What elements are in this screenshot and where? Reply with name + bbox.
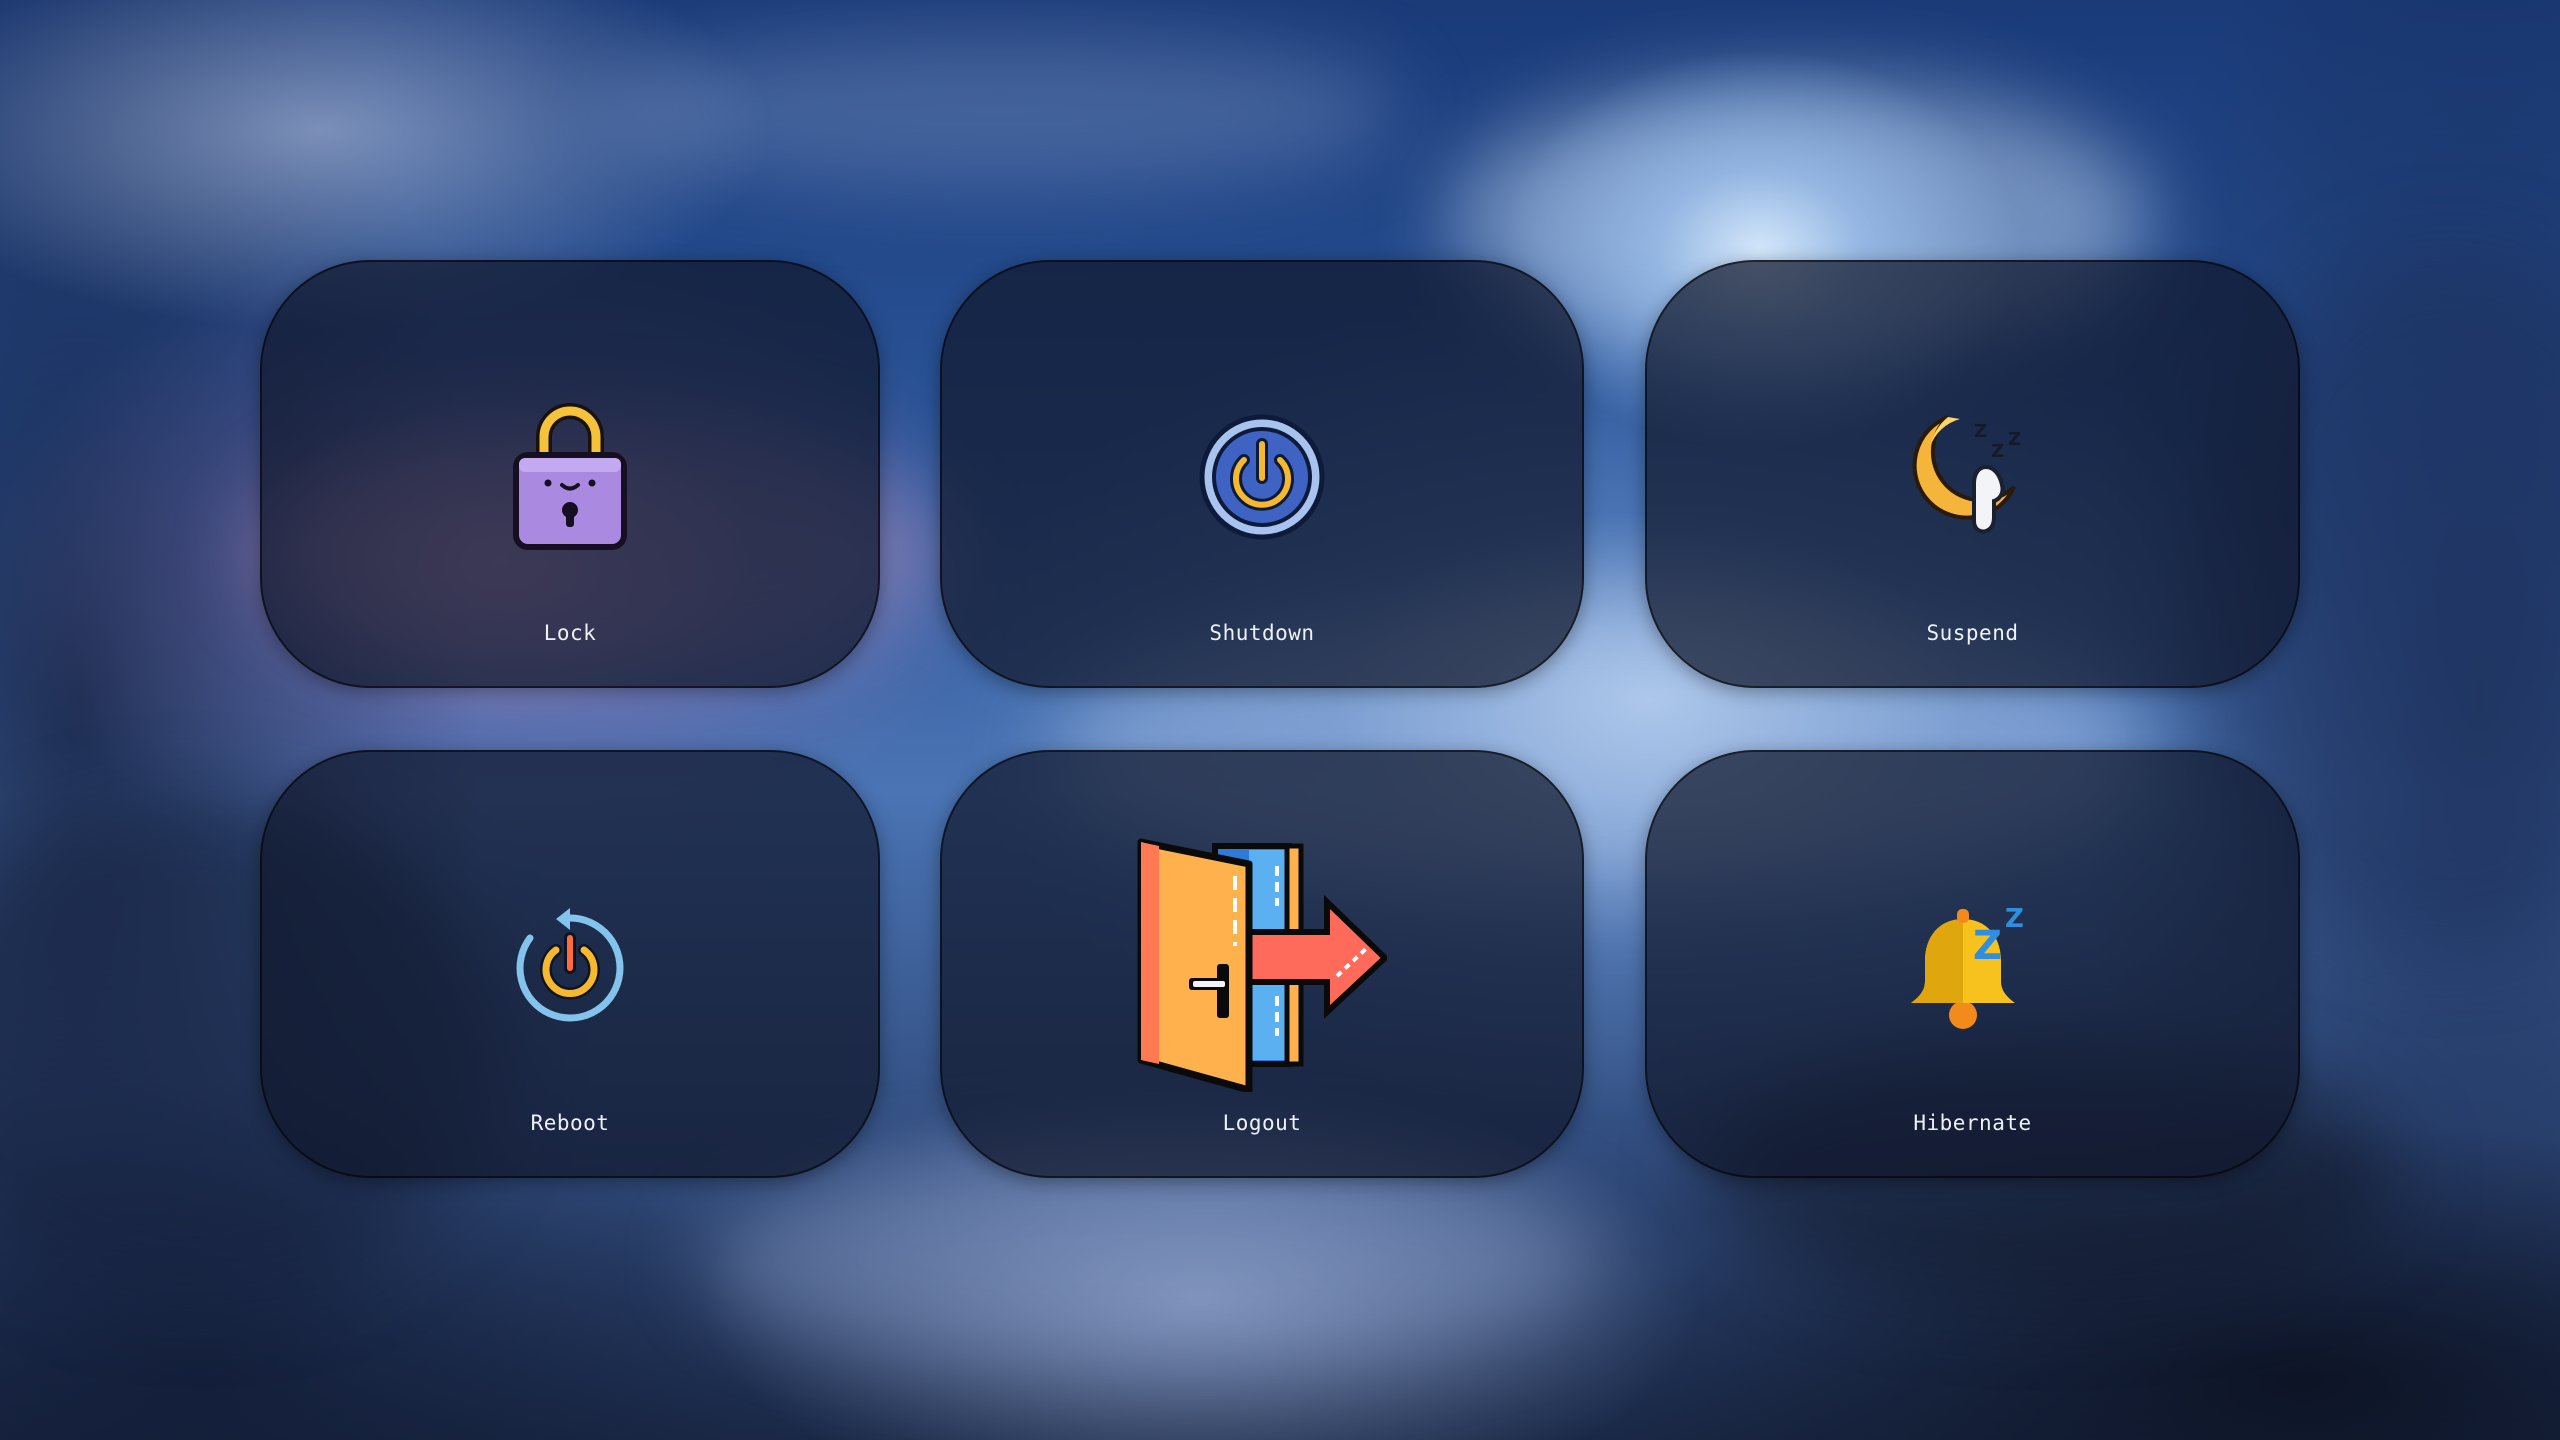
logout-label: Logout — [1222, 1111, 1302, 1135]
lock-label: Lock — [543, 621, 597, 645]
shutdown-button[interactable]: Shutdown — [940, 260, 1584, 688]
desktop-wallpaper — [0, 0, 2560, 1440]
logout-button[interactable]: Logout — [940, 750, 1584, 1178]
lock-button[interactable]: Lock — [260, 260, 880, 688]
reboot-label: Reboot — [530, 1111, 610, 1135]
padlock-icon — [513, 403, 627, 550]
svg-text:Z: Z — [1973, 923, 2002, 969]
door-exit-icon — [1137, 838, 1387, 1092]
svg-text:Z: Z — [2005, 904, 2024, 934]
svg-text:Z: Z — [1991, 441, 2004, 462]
reboot-button[interactable]: Reboot — [260, 750, 880, 1178]
suspend-label: Suspend — [1926, 621, 2019, 645]
svg-text:Z: Z — [2008, 429, 2021, 450]
power-icon — [1199, 414, 1325, 540]
sleeping-moon-icon: Z Z Z — [1912, 415, 2021, 534]
sleeping-bell-icon: Z Z — [1910, 904, 2024, 1029]
hibernate-label: Hibernate — [1913, 1111, 2032, 1135]
hibernate-button[interactable]: Z Z Hibernate — [1645, 750, 2300, 1178]
suspend-button[interactable]: Z Z Z Suspend — [1645, 260, 2300, 688]
restart-power-icon — [516, 908, 624, 1022]
svg-text:Z: Z — [1974, 421, 1987, 442]
shutdown-label: Shutdown — [1209, 621, 1315, 645]
